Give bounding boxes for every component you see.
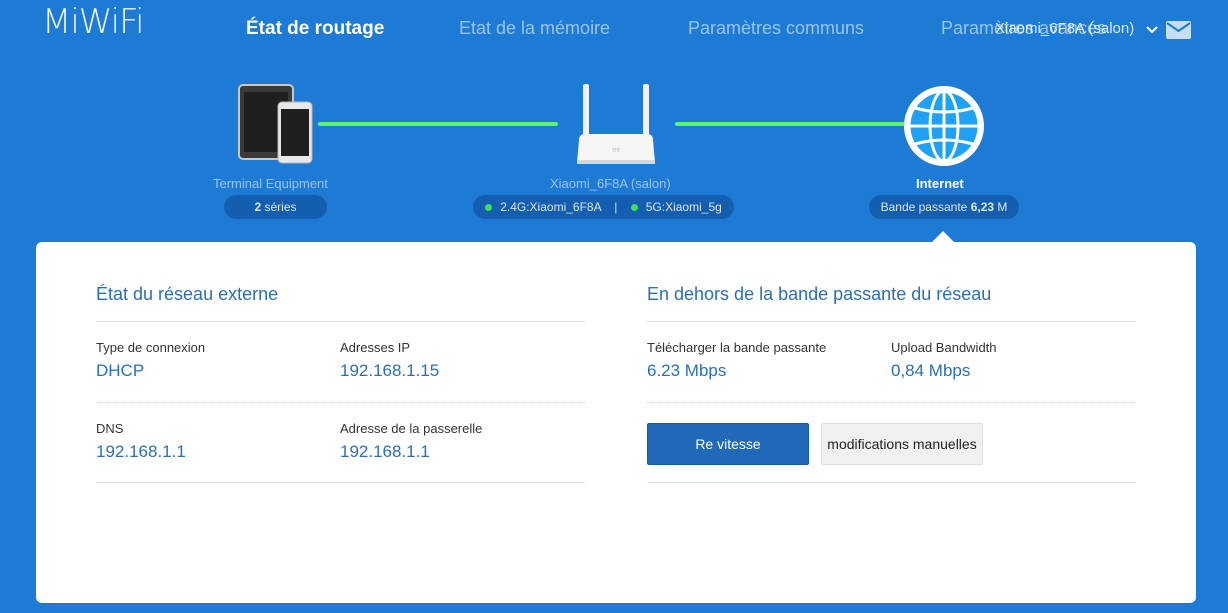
mail-icon[interactable] — [1166, 21, 1191, 44]
connection-type-label: Type de connexion — [96, 340, 206, 355]
wifi-status-badge: 2.4G:Xiaomi_6F8A | 5G:Xiaomi_5g — [473, 195, 734, 219]
terminal-devices-icon[interactable] — [238, 84, 316, 171]
bandwidth-title: En dehors de la bande passante du réseau — [647, 284, 992, 304]
tab-storage-status[interactable]: Etat de la mémoire — [459, 18, 610, 39]
ip-address-value: 192.168.1.15 — [340, 361, 440, 380]
divider — [96, 402, 585, 403]
link-router-internet — [675, 122, 905, 126]
external-network-title: État du réseau externe — [96, 284, 279, 304]
chevron-down-icon — [1146, 21, 1159, 38]
bandwidth-badge-label: Bande passante — [880, 200, 968, 214]
router-label: Xiaomi_6F8A (salon) — [550, 176, 671, 191]
gateway-value: 192.168.1.1 — [340, 442, 430, 461]
divider — [647, 482, 1136, 483]
divider — [647, 402, 1136, 403]
internet-label: Internet — [916, 176, 964, 191]
bandwidth-badge-value: 6,23 — [970, 200, 995, 214]
svg-text:mi: mi — [612, 147, 620, 154]
wifi-5-status-dot — [630, 204, 638, 212]
ip-address-label: Adresses IP — [340, 340, 411, 355]
upload-bandwidth-value: 0,84 Mbps — [891, 361, 971, 380]
router-selector-label: Xiaomi_6F8A (salon) — [995, 20, 1135, 37]
tab-routing-status[interactable]: État de routage — [246, 18, 384, 40]
download-bandwidth-value: 6.23 Mbps — [647, 361, 727, 380]
divider — [647, 321, 1136, 322]
dns-value: 192.168.1.1 — [96, 442, 186, 461]
card-pointer — [932, 231, 954, 242]
upload-bandwidth-label: Upload Bandwidth — [891, 340, 997, 355]
router-icon[interactable]: mi — [575, 84, 657, 171]
dns-label: DNS — [96, 421, 124, 436]
gateway-label: Adresse de la passerelle — [340, 421, 483, 436]
wifi-24-status-dot — [485, 204, 493, 212]
speed-test-button[interactable]: Re vitesse — [647, 423, 809, 465]
wifi-separator: | — [614, 200, 618, 214]
terminal-count-badge[interactable]: 2 séries — [224, 195, 327, 219]
globe-icon[interactable] — [902, 84, 986, 173]
network-info-card: État du réseau externe Type de connexion… — [36, 242, 1196, 603]
wifi-24-ssid: 2.4G:Xiaomi_6F8A — [500, 200, 601, 214]
download-bandwidth-label: Télécharger la bande passante — [647, 340, 827, 355]
bandwidth-badge-unit: M — [997, 200, 1008, 214]
terminal-count-suffix: séries — [264, 200, 297, 214]
router-selector[interactable]: Xiaomi_6F8A (salon) — [995, 20, 1159, 38]
terminal-count: 2 — [254, 200, 262, 214]
bandwidth-badge: Bande passante 6,23 M — [869, 195, 1019, 219]
wifi-5-ssid: 5G:Xiaomi_5g — [645, 200, 722, 214]
manual-settings-button[interactable]: modifications manuelles — [821, 423, 983, 465]
link-terminal-router — [318, 122, 558, 126]
terminal-label: Terminal Equipment — [213, 176, 328, 191]
divider — [96, 482, 585, 483]
connection-type-value: DHCP — [96, 361, 145, 380]
tab-common-settings[interactable]: Paramètres communs — [688, 18, 864, 39]
divider — [96, 321, 585, 322]
